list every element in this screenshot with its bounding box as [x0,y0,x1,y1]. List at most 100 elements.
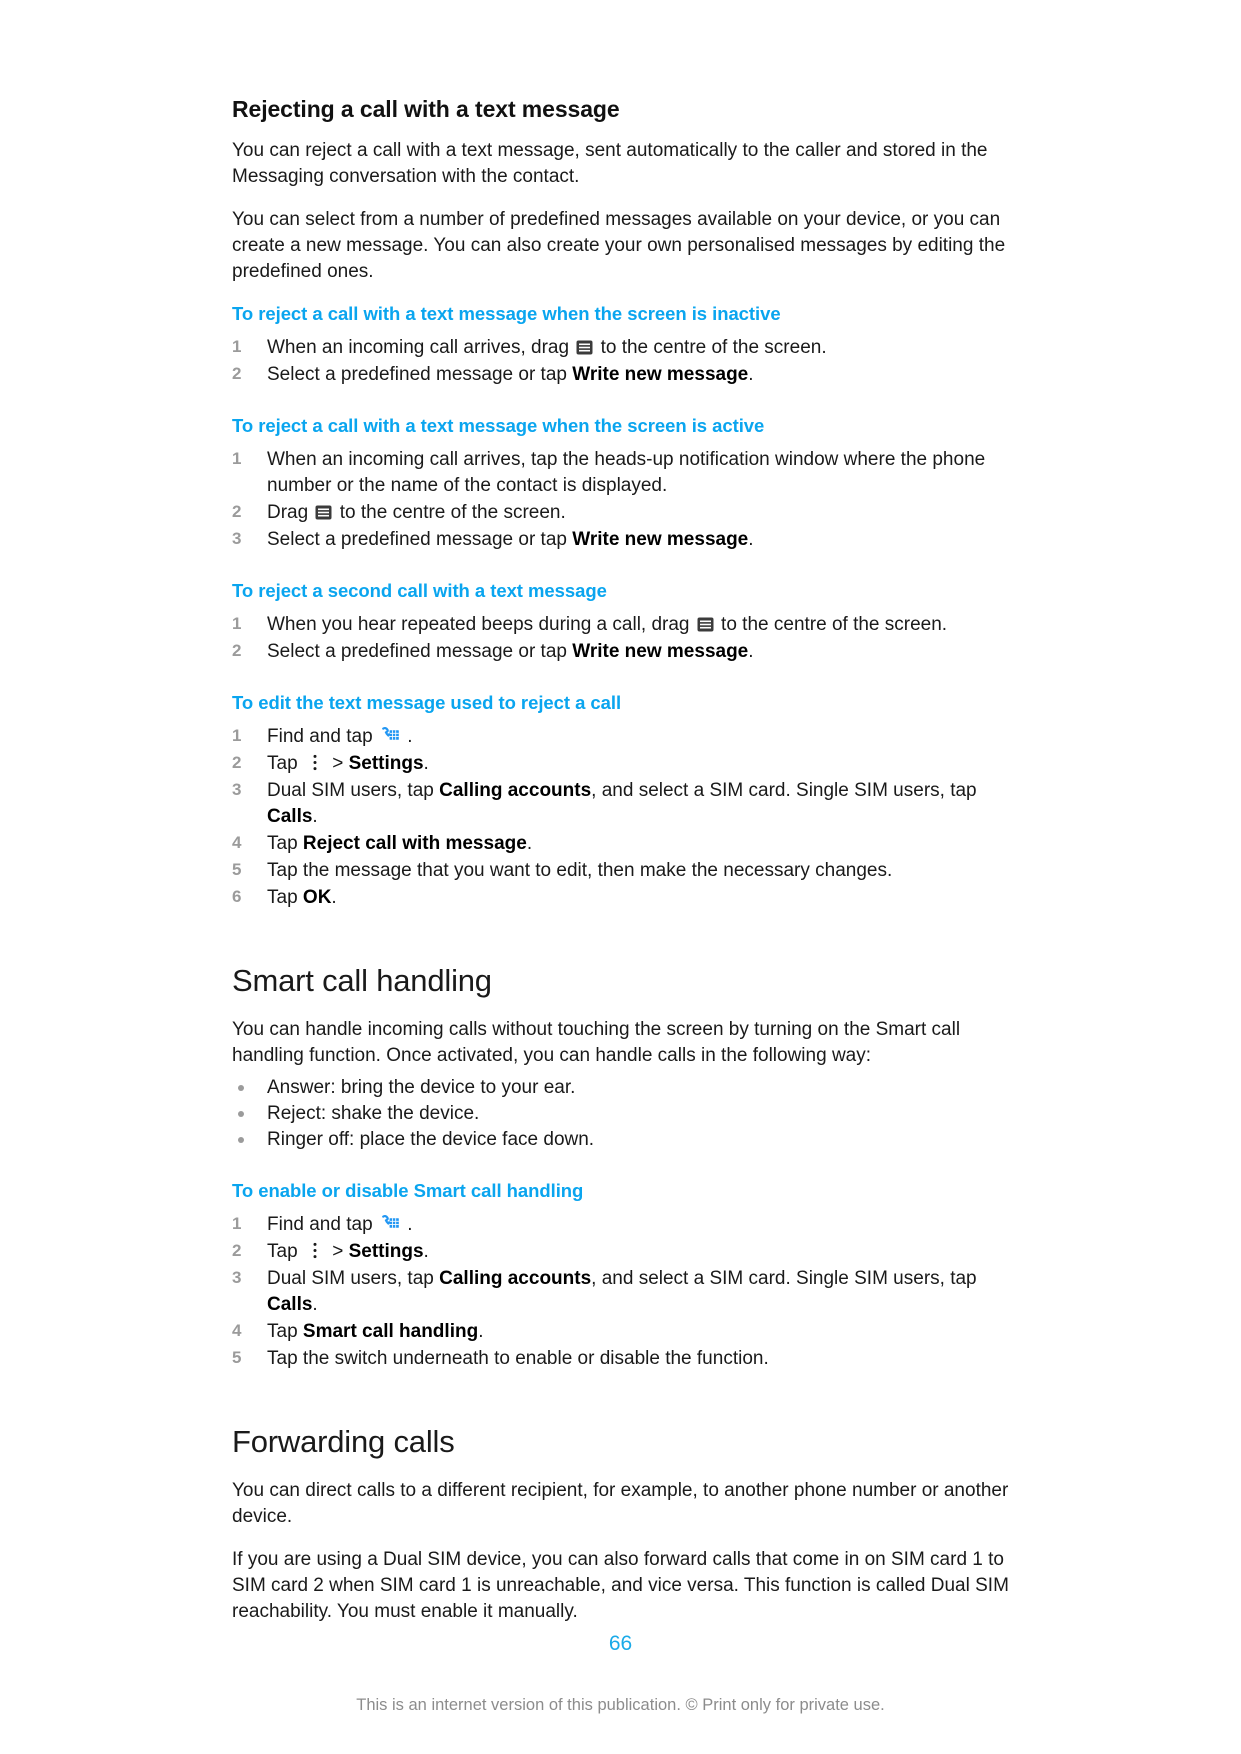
smart-call-intro: You can handle incoming calls without to… [232,1019,961,1067]
ui-label-calls: Calls [267,806,313,828]
step-text-pre: Select a predefined message or tap [267,641,573,663]
list-item: Answer: bring the device to your ear. [232,1075,1032,1101]
list-item: 5 Tap the switch underneath to enable or… [232,1346,1032,1372]
message-icon [697,616,714,633]
step-text-post: . [748,529,754,550]
message-icon [576,339,593,356]
step-number: 1 [232,1214,242,1234]
step-number: 3 [232,780,242,800]
step-number: 5 [232,860,242,880]
step-number: 2 [232,363,242,383]
ui-label-settings: Settings [348,1241,424,1263]
forwarding-intro-1: You can direct calls to a different reci… [232,1479,1009,1527]
procedure-steps-reject-second-call: 1 When you hear repeated beeps during a … [232,612,1032,665]
list-item: 3 Dual SIM users, tap Calling accounts, … [232,778,1032,830]
step-text-mid: > [326,753,349,775]
overflow-menu-icon [308,753,322,772]
step-text-pre: Tap [267,887,303,909]
list-item: Reject: shake the device. [232,1101,1032,1127]
bullet-dot-icon [238,1111,244,1118]
smart-call-bullet-list: Answer: bring the device to your ear. Re… [232,1075,1032,1153]
step-number: 4 [232,833,242,853]
list-item: 4 Tap Smart call handling. [232,1319,1032,1345]
ui-label-write-new-message: Write new message [572,363,749,385]
procedure-steps-reject-screen-inactive: 1 When an incoming call arrives, drag to… [232,335,1032,388]
bullet-text: Answer: bring the device to your ear. [267,1077,576,1099]
step-text-post: . [331,887,337,909]
step-number: 3 [232,1268,242,1288]
step-text-mid: > [326,1241,349,1263]
step-text-pre: When you hear repeated beeps during a ca… [267,614,695,636]
list-item: 1 Find and tap . [232,1212,1032,1238]
bullet-dot-icon [238,1085,244,1092]
list-item: 1 When an incoming call arrives, drag to… [232,335,1032,361]
manual-page: Rejecting a call with a text message You… [0,0,1241,1754]
step-text-post: . [423,753,429,775]
step-number: 1 [232,726,242,746]
procedure-title-reject-second-call: To reject a second call with a text mess… [232,580,607,602]
overflow-menu-icon [308,1241,322,1260]
step-number: 3 [232,529,242,548]
step-text-pre: Find and tap [267,1214,378,1236]
step-number: 2 [232,1241,242,1261]
forwarding-intro-2: If you are using a Dual SIM device, you … [232,1549,1009,1623]
step-text-pre: When an incoming call arrives, drag [267,336,575,358]
ui-label-calls: Calls [267,1294,313,1316]
list-item: 1 When you hear repeated beeps during a … [232,612,1032,638]
list-item: 2 Select a predefined message or tap Wri… [232,639,1032,665]
step-text-post: . [748,363,754,385]
bullet-text: Ringer off: place the device face down. [267,1129,595,1151]
list-item: 2 Drag to the centre of the screen. [232,500,1032,526]
section-title-forwarding-calls: Forwarding calls [232,1424,455,1460]
step-number: 2 [232,753,242,773]
list-item: 6 Tap OK. [232,885,1032,911]
procedure-title-reject-screen-inactive: To reject a call with a text message whe… [232,302,781,324]
step-text-post: . [478,1321,484,1343]
bullet-text: Reject: shake the device. [267,1103,480,1125]
step-number: 1 [232,614,242,634]
ui-label-reject-call-with-message: Reject call with message [302,833,527,855]
list-item: 1 Find and tap . [232,724,1032,750]
procedure-steps-edit-reject-message: 1 Find and tap . 2 Tap > Settings. 3 Dua… [232,724,1032,911]
procedure-title-reject-screen-active: To reject a call with a text message whe… [232,414,765,436]
step-number: 1 [232,448,242,468]
ui-label-ok: OK [302,887,332,909]
step-text-mid: , and select a SIM card. Single SIM user… [591,1268,977,1290]
step-number: 4 [232,1321,242,1341]
step-text-post: to the centre of the screen. [715,614,948,636]
list-item: 3 Dual SIM users, tap Calling accounts, … [232,1266,1032,1318]
step-text-post: . [526,833,533,855]
step-text-pre: Tap the message that you want to edit, t… [267,860,893,882]
step-text-post: . [401,726,413,748]
step-text-pre: Dual SIM users, tap [267,1268,440,1290]
list-item: 5 Tap the message that you want to edit,… [232,858,1032,884]
step-text-pre: Find and tap [267,726,378,748]
intro-paragraph-2: You can select from a number of predefin… [232,208,1006,282]
step-text-post: to the centre of the screen. [595,336,827,358]
list-item: 2 Select a predefined message or tap Wri… [232,362,1032,388]
ui-label-calling-accounts: Calling accounts [439,1268,592,1290]
list-item: 4 Tap Reject call with message. [232,831,1032,857]
step-text-pre: Drag [267,501,314,523]
dialer-icon [380,725,400,745]
procedure-title-enable-smart-call-handling: To enable or disable Smart call handling [232,1180,584,1202]
step-text-post: . [312,806,318,828]
bullet-dot-icon [238,1137,244,1144]
list-item: 2 Tap > Settings. [232,751,1032,777]
dialer-icon [380,1213,400,1233]
step-number: 2 [232,501,242,521]
ui-label-calling-accounts: Calling accounts [439,780,592,802]
step-text-pre: When an incoming call arrives, tap the h… [267,448,986,496]
step-text-post: . [312,1294,318,1316]
step-text-pre: Select a predefined message or tap [267,363,573,385]
message-icon [315,504,332,521]
step-text-post: to the centre of the screen. [334,501,566,523]
footer-copyright-note: This is an internet version of this publ… [356,1696,885,1714]
step-text-pre: Tap [267,1321,303,1343]
procedure-steps-enable-smart-call-handling: 1 Find and tap . 2 Tap > Settings. 3 Dua… [232,1212,1032,1372]
ui-label-settings: Settings [348,753,424,775]
list-item: 3 Select a predefined message or tap Wri… [232,527,1032,553]
step-text-pre: Tap the switch underneath to enable or d… [267,1348,769,1370]
